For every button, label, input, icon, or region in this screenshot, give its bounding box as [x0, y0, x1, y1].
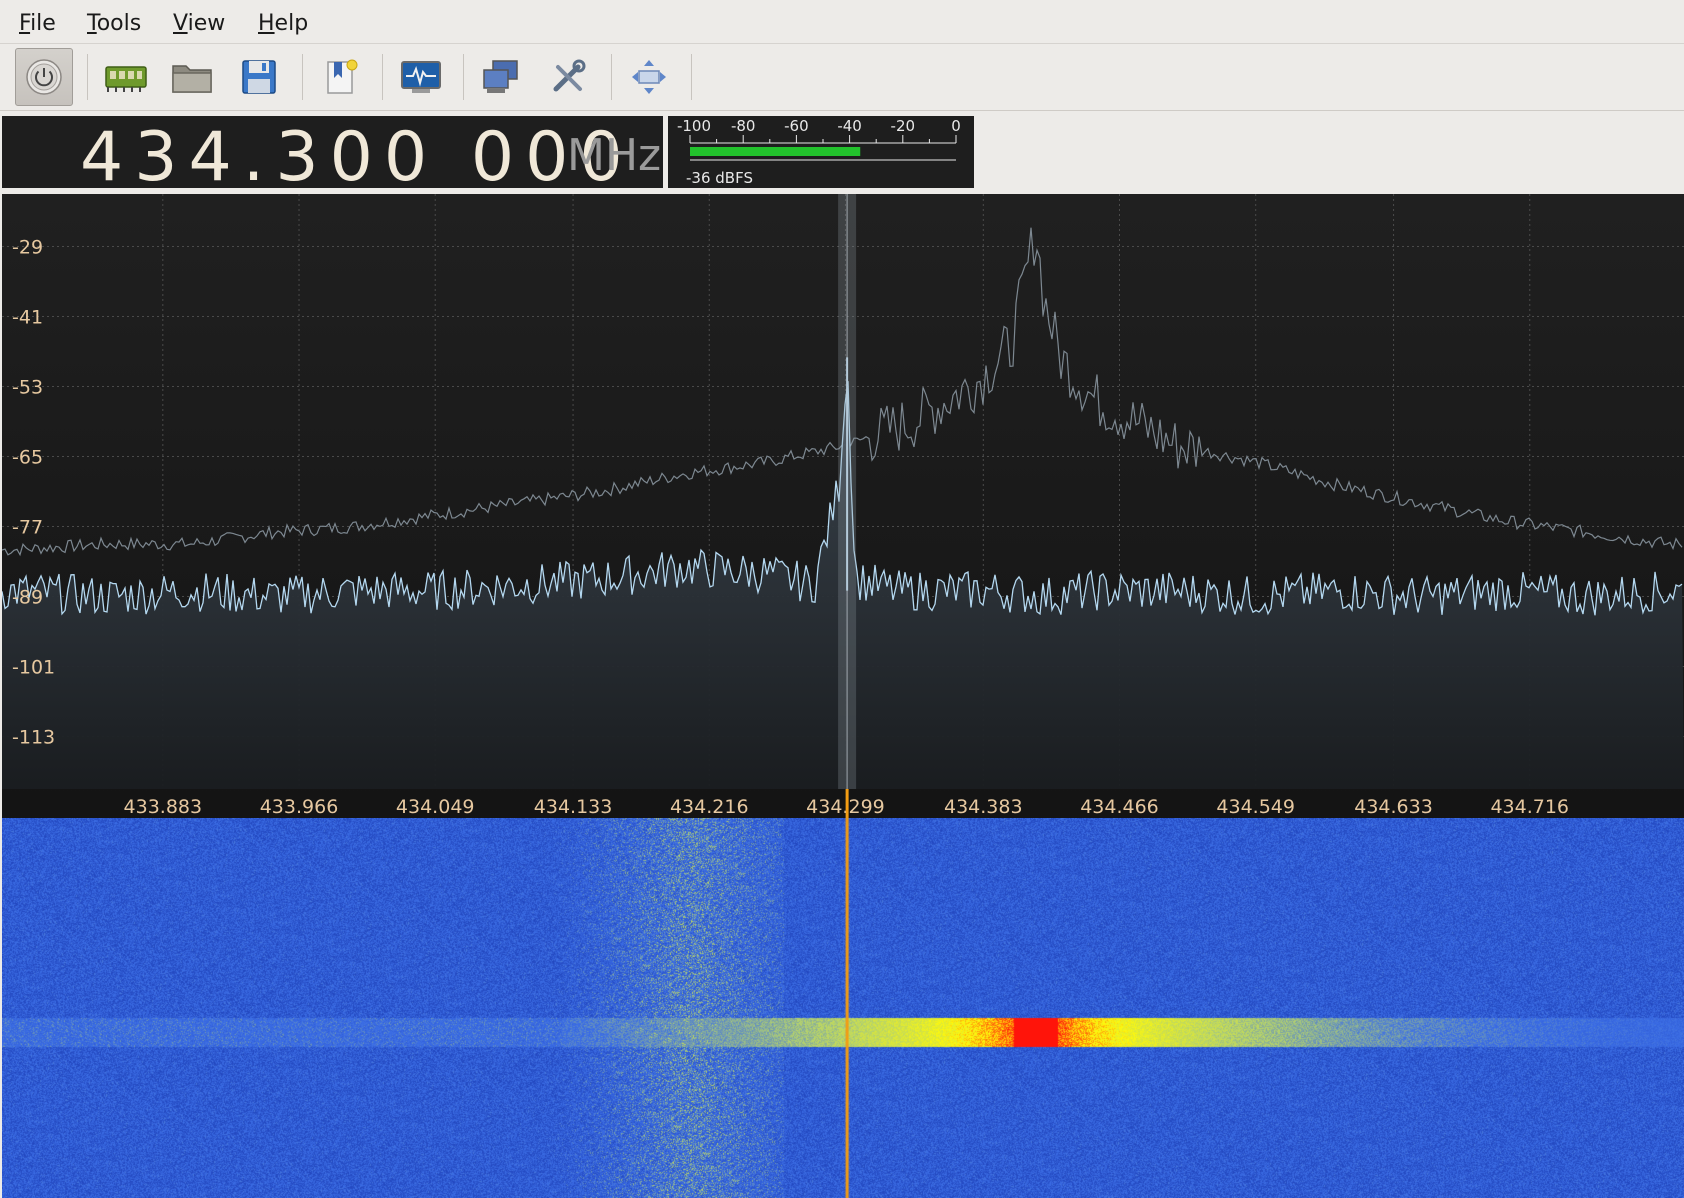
x-axis-label: 434.716: [1490, 796, 1569, 818]
menu-help[interactable]: Help: [258, 11, 308, 36]
x-axis-label: 433.966: [260, 796, 339, 818]
waterfall-display[interactable]: [2, 818, 1684, 1198]
x-axis-label: 434.049: [396, 796, 475, 818]
sdr-device-icon: [105, 66, 147, 92]
meter-readout: -36 dBFS: [686, 169, 753, 187]
x-axis-label: 434.299: [806, 796, 885, 818]
configure-button[interactable]: [539, 48, 597, 106]
folder-icon: [172, 65, 212, 93]
bookmarks-button[interactable]: [311, 48, 369, 106]
waterfall-canvas: [2, 818, 1684, 1198]
x-axis-label: 434.216: [670, 796, 749, 818]
toolbar-separator: [302, 54, 303, 100]
signal-meter: -100 -80 -60 -40 -20 0 -36 dBFS: [668, 116, 974, 188]
x-axis-label: 434.633: [1354, 796, 1433, 818]
frequency-display[interactable]: 434.300 000 MHz: [2, 116, 663, 188]
meter-level-bar: [690, 147, 861, 156]
tools-icon: [553, 59, 586, 92]
toolbar-separator: [611, 54, 612, 100]
frequency-unit: MHz: [567, 130, 662, 181]
menu-bar: File Tools View Help: [0, 0, 1684, 44]
bookmark-icon: [327, 59, 358, 94]
toolbar-separator: [691, 54, 692, 100]
x-axis-label: 434.383: [944, 796, 1023, 818]
toolbar-separator: [87, 54, 88, 100]
x-axis-label: 433.883: [124, 796, 203, 818]
y-axis-label: -29: [12, 237, 43, 259]
y-axis-label: -101: [12, 657, 55, 679]
menu-view[interactable]: View: [173, 11, 225, 36]
spectrum-plot[interactable]: -29 -41 -53 -65 -77 -89 -101 -113 433.883 433.966…: [2, 194, 1684, 818]
menu-tools[interactable]: Tools: [87, 11, 141, 36]
x-axis-label: 434.133: [534, 796, 613, 818]
fit-button[interactable]: [620, 48, 678, 106]
x-axis-label: 434.466: [1080, 796, 1159, 818]
y-axis-label: -113: [12, 727, 55, 749]
remote-control-button[interactable]: [472, 48, 530, 106]
y-axis-label: -53: [12, 377, 43, 399]
io-devices-button[interactable]: [392, 48, 450, 106]
y-axis-label: -41: [12, 307, 43, 329]
y-axis-label: -65: [12, 447, 43, 469]
menu-file[interactable]: File: [19, 11, 56, 36]
toolbar-separator: [382, 54, 383, 100]
x-axis-label: 434.549: [1216, 796, 1295, 818]
y-axis-label: -89: [12, 587, 43, 609]
network-computers-icon: [483, 60, 518, 93]
floppy-disk-icon: [242, 60, 276, 94]
arrows-expand-icon: [632, 60, 666, 94]
power-button[interactable]: [15, 48, 73, 106]
y-axis-label: -77: [12, 517, 43, 539]
power-icon: [26, 59, 62, 95]
toolbar: [0, 44, 1684, 111]
spectrum-svg: -29 -41 -53 -65 -77 -89 -101 -113 433.883 433.966…: [2, 194, 1684, 818]
toolbar-separator: [463, 54, 464, 100]
save-button[interactable]: [230, 48, 288, 106]
monitor-waveform-icon: [401, 61, 441, 93]
open-button[interactable]: [163, 48, 221, 106]
device-settings-button[interactable]: [97, 48, 155, 106]
frequency-digits[interactable]: 434.300 000: [80, 118, 634, 188]
